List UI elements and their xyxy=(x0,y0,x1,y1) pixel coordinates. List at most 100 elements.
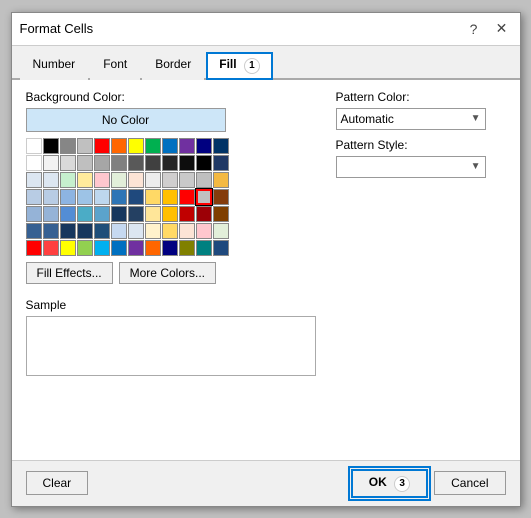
color-cell[interactable] xyxy=(60,138,76,154)
color-cell[interactable] xyxy=(179,138,195,154)
color-cell[interactable] xyxy=(179,240,195,256)
color-cell[interactable] xyxy=(77,155,93,171)
color-cell[interactable] xyxy=(128,206,144,222)
color-cell[interactable] xyxy=(60,155,76,171)
color-cell[interactable] xyxy=(77,206,93,222)
color-cell[interactable] xyxy=(128,155,144,171)
color-cell[interactable] xyxy=(213,223,229,239)
color-cell[interactable] xyxy=(111,223,127,239)
color-cell[interactable] xyxy=(213,172,229,188)
color-cell[interactable] xyxy=(43,138,59,154)
color-cell[interactable] xyxy=(196,206,212,222)
color-cell[interactable] xyxy=(43,189,59,205)
color-cell[interactable] xyxy=(94,155,110,171)
color-cell[interactable] xyxy=(60,206,76,222)
no-color-button[interactable]: No Color xyxy=(26,108,226,132)
color-cell[interactable] xyxy=(77,172,93,188)
clear-button[interactable]: Clear xyxy=(26,471,89,495)
color-cell[interactable] xyxy=(213,138,229,154)
color-cell[interactable] xyxy=(145,172,161,188)
color-cell[interactable] xyxy=(111,240,127,256)
color-cell[interactable] xyxy=(179,223,195,239)
color-cell[interactable] xyxy=(145,138,161,154)
color-cell[interactable] xyxy=(43,172,59,188)
tab-fill[interactable]: Fill 1 xyxy=(206,52,273,80)
tab-bar: Number Font Border Fill 1 xyxy=(12,46,520,80)
color-cell[interactable] xyxy=(213,206,229,222)
color-cell[interactable] xyxy=(179,155,195,171)
color-cell[interactable] xyxy=(94,206,110,222)
color-cell[interactable] xyxy=(60,172,76,188)
color-cell[interactable] xyxy=(145,155,161,171)
color-cell[interactable] xyxy=(111,138,127,154)
color-cell[interactable] xyxy=(94,240,110,256)
color-cell-selected[interactable] xyxy=(196,189,212,205)
color-cell[interactable] xyxy=(26,240,42,256)
color-cell[interactable] xyxy=(60,189,76,205)
color-cell[interactable] xyxy=(26,138,42,154)
color-cell[interactable] xyxy=(43,155,59,171)
tab-font[interactable]: Font xyxy=(90,52,140,80)
tab-number[interactable]: Number xyxy=(20,52,89,80)
color-cell[interactable] xyxy=(77,138,93,154)
color-cell[interactable] xyxy=(145,206,161,222)
pattern-color-dropdown[interactable]: Automatic ▼ xyxy=(336,108,486,130)
color-cell[interactable] xyxy=(111,172,127,188)
color-cell[interactable] xyxy=(196,155,212,171)
color-cell[interactable] xyxy=(196,223,212,239)
color-cell[interactable] xyxy=(179,172,195,188)
cancel-button[interactable]: Cancel xyxy=(434,471,505,495)
color-cell[interactable] xyxy=(162,189,178,205)
color-cell[interactable] xyxy=(162,172,178,188)
ok-button[interactable]: OK 3 xyxy=(351,469,428,498)
color-cell[interactable] xyxy=(128,138,144,154)
color-cell[interactable] xyxy=(43,223,59,239)
color-cell[interactable] xyxy=(162,206,178,222)
color-cell[interactable] xyxy=(26,206,42,222)
color-cell[interactable] xyxy=(213,240,229,256)
color-cell[interactable] xyxy=(213,189,229,205)
color-cell[interactable] xyxy=(77,189,93,205)
color-cell[interactable] xyxy=(26,155,42,171)
color-cell[interactable] xyxy=(94,223,110,239)
color-cell[interactable] xyxy=(60,240,76,256)
color-cell[interactable] xyxy=(162,223,178,239)
color-cell[interactable] xyxy=(77,240,93,256)
color-cell[interactable] xyxy=(145,223,161,239)
color-cell[interactable] xyxy=(162,240,178,256)
color-cell[interactable] xyxy=(162,138,178,154)
fill-effects-button[interactable]: Fill Effects... xyxy=(26,262,113,284)
color-cell[interactable] xyxy=(111,155,127,171)
color-grid xyxy=(26,138,316,256)
more-colors-button[interactable]: More Colors... xyxy=(119,262,216,284)
color-cell[interactable] xyxy=(26,172,42,188)
color-cell[interactable] xyxy=(111,189,127,205)
color-cell[interactable] xyxy=(43,240,59,256)
color-cell[interactable] xyxy=(77,223,93,239)
color-cell[interactable] xyxy=(179,206,195,222)
color-cell[interactable] xyxy=(26,223,42,239)
color-cell[interactable] xyxy=(196,138,212,154)
tab-border[interactable]: Border xyxy=(142,52,204,80)
color-cell[interactable] xyxy=(94,189,110,205)
color-cell[interactable] xyxy=(128,240,144,256)
color-cell[interactable] xyxy=(128,223,144,239)
color-cell[interactable] xyxy=(162,155,178,171)
color-cell[interactable] xyxy=(43,206,59,222)
help-button[interactable]: ? xyxy=(464,19,484,39)
color-cell[interactable] xyxy=(196,172,212,188)
color-cell[interactable] xyxy=(26,189,42,205)
color-cell[interactable] xyxy=(145,189,161,205)
color-cell[interactable] xyxy=(213,155,229,171)
close-button[interactable]: ✕ xyxy=(492,19,512,39)
color-cell[interactable] xyxy=(196,240,212,256)
pattern-style-dropdown[interactable]: ▼ xyxy=(336,156,486,178)
color-cell[interactable] xyxy=(145,240,161,256)
color-cell[interactable] xyxy=(128,172,144,188)
color-cell[interactable] xyxy=(179,189,195,205)
color-cell[interactable] xyxy=(111,206,127,222)
color-cell[interactable] xyxy=(128,189,144,205)
color-cell[interactable] xyxy=(60,223,76,239)
color-cell[interactable] xyxy=(94,172,110,188)
color-cell[interactable] xyxy=(94,138,110,154)
